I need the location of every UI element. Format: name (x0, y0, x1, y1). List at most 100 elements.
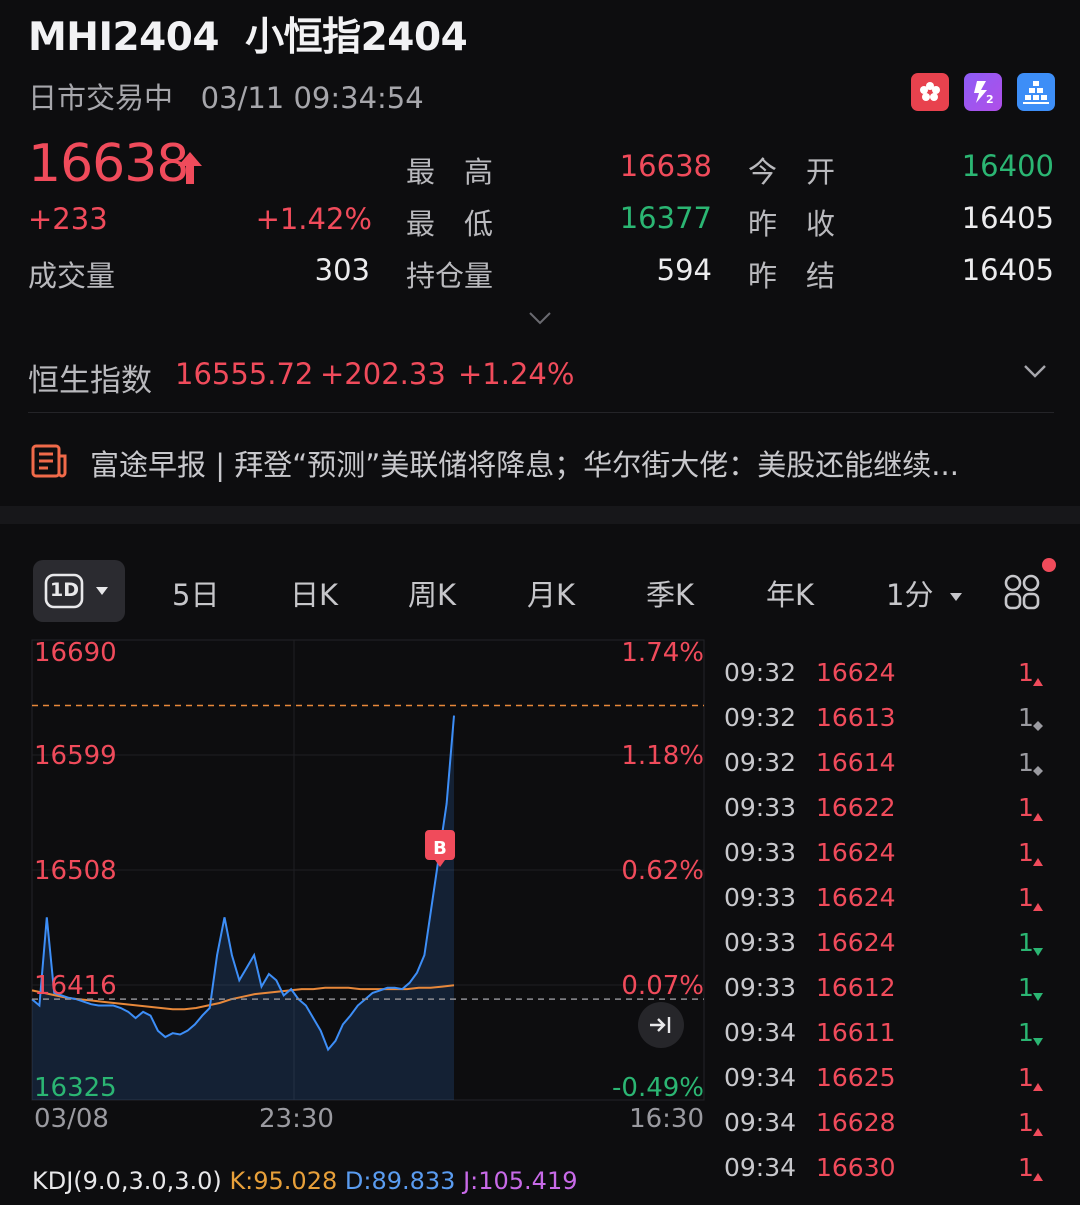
kdj-label: KDJ(9.0,3.0,3.0) (32, 1167, 222, 1195)
kdj-j: J:105.419 (463, 1167, 578, 1195)
price-change: +233 (28, 202, 108, 236)
prev-settle-value: 16405 (961, 253, 1054, 287)
price-area (32, 715, 454, 1100)
y-axis-left-tick: 16508 (34, 856, 117, 886)
tick-price: 16622 (816, 793, 896, 822)
tick-direction-icon (1032, 1024, 1044, 1053)
prev-close-value: 16405 (961, 201, 1054, 235)
tab-week-k[interactable]: 周K (408, 572, 456, 614)
tick-row: 09:32 16614 1 (724, 740, 1054, 785)
tick-direction-icon (1032, 889, 1044, 918)
quote-time: 03/11 09:34:54 (200, 81, 424, 115)
trade-ticks-list[interactable]: 09:32 16624 1 09:32 16613 1 09:32 16614 1 09:3… (724, 650, 1054, 1190)
tab-1d-label: 1D (50, 579, 79, 601)
buy-marker-label: B (433, 838, 447, 859)
tick-row: 09:33 16624 1 (724, 830, 1054, 875)
tick-time: 09:32 (724, 703, 797, 732)
tick-direction-icon (1032, 754, 1044, 783)
tab-day-k[interactable]: 日K (290, 572, 338, 614)
tick-price: 16624 (816, 883, 896, 912)
tick-row: 09:34 16625 1 (724, 1055, 1054, 1100)
index-value: 16555.72 (175, 357, 314, 391)
tick-row: 09:34 16628 1 (724, 1100, 1054, 1145)
tab-1d[interactable]: 1D (33, 560, 125, 622)
tick-time: 09:34 (724, 1063, 797, 1092)
market-status: 日市交易中 03/11 09:34:54 (28, 75, 424, 117)
y-axis-right-tick: 1.74% (621, 638, 704, 668)
tab-5d[interactable]: 5日 (172, 572, 219, 614)
divider (28, 412, 1054, 413)
tick-price: 16624 (816, 838, 896, 867)
tick-direction-icon (1032, 1114, 1044, 1143)
jump-to-latest-button[interactable] (638, 1002, 684, 1048)
tick-direction-icon (1032, 709, 1044, 738)
pyramid-icon[interactable] (1017, 73, 1055, 111)
open-interest-label: 持仓量 (406, 259, 494, 293)
tab-year-k[interactable]: 年K (766, 572, 814, 614)
y-axis-right-tick: 0.07% (621, 971, 704, 1001)
prev-settle-label: 昨 结 (748, 259, 836, 293)
y-axis-right-tick: 1.18% (621, 741, 704, 771)
open-interest-value: 594 (656, 253, 712, 287)
open-label: 今 开 (748, 155, 836, 189)
tick-price: 16625 (816, 1063, 896, 1092)
index-name[interactable]: 恒生指数 (28, 355, 152, 400)
tick-price: 16614 (816, 748, 896, 777)
y-axis-left-tick: 16690 (34, 638, 117, 668)
caret-down-icon (949, 593, 962, 601)
instrument-code: MHI2404 (28, 15, 220, 60)
price-change-pct: +1.42% (255, 202, 372, 236)
tick-row: 09:33 16612 1 (724, 965, 1054, 1010)
tick-row: 09:33 16624 1 (724, 920, 1054, 965)
y-axis-right-tick: -0.49% (612, 1073, 704, 1103)
lv2-icon[interactable]: 2 (964, 73, 1002, 111)
high-label: 最 高 (406, 155, 494, 189)
x-axis-tick: 16:30 (629, 1104, 704, 1134)
tick-time: 09:33 (724, 973, 797, 1002)
tick-direction-icon (1032, 1159, 1044, 1188)
instrument-title: MHI2404 小恒指2404 (28, 6, 468, 62)
tick-direction-icon (1032, 664, 1044, 693)
tick-price: 16611 (816, 1018, 896, 1047)
open-value: 16400 (961, 149, 1054, 183)
y-axis-left-tick: 16325 (34, 1073, 117, 1103)
index-change-pct: +1.24% (458, 357, 575, 391)
tick-row: 09:32 16624 1 (724, 650, 1054, 695)
tick-price: 16612 (816, 973, 896, 1002)
caret-down-icon (96, 587, 108, 595)
tick-row: 09:33 16624 1 (724, 875, 1054, 920)
tick-direction-icon (1032, 1069, 1044, 1098)
kdj-indicator[interactable]: KDJ(9.0,3.0,3.0) K:95.028 D:89.833 J:105… (32, 1167, 578, 1195)
section-separator (0, 506, 1080, 524)
tick-direction-icon (1032, 934, 1044, 963)
tab-month-k[interactable]: 月K (527, 572, 575, 614)
y-axis-left-tick: 16599 (34, 741, 117, 771)
prev-close-label: 昨 收 (748, 207, 836, 241)
chevron-down-icon[interactable] (1022, 362, 1048, 380)
x-axis-tick: 03/08 (34, 1104, 109, 1134)
tick-price: 16624 (816, 658, 896, 687)
tick-row: 09:34 16630 1 (724, 1145, 1054, 1190)
tick-time: 09:34 (724, 1018, 797, 1047)
tab-interval[interactable]: 1分 (886, 572, 963, 614)
index-change: +202.33 (320, 357, 446, 391)
tick-time: 09:34 (724, 1108, 797, 1137)
y-axis-left-tick: 16416 (34, 971, 117, 1001)
news-headline[interactable]: 富途早报 | 拜登“预测”美联储将降息；华尔街大佬：美股还能继续... (90, 442, 1020, 484)
tick-time: 09:33 (724, 928, 797, 957)
x-axis-tick: 23:30 (259, 1104, 334, 1134)
high-value: 16638 (619, 149, 712, 183)
tick-price: 16628 (816, 1108, 896, 1137)
tick-time: 09:34 (724, 1153, 797, 1182)
trading-session: 日市交易中 (28, 81, 174, 115)
tick-price: 16630 (816, 1153, 896, 1182)
instrument-name: 小恒指2404 (245, 15, 468, 60)
tick-row: 09:32 16613 1 (724, 695, 1054, 740)
tick-row: 09:33 16622 1 (724, 785, 1054, 830)
expand-chevron-icon[interactable] (528, 310, 552, 326)
more-grid-icon[interactable] (1004, 574, 1040, 610)
tab-quarter-k[interactable]: 季K (646, 572, 694, 614)
hk-flag-icon[interactable] (911, 73, 949, 111)
tick-direction-icon (1032, 844, 1044, 873)
arrow-up-icon (178, 152, 202, 184)
